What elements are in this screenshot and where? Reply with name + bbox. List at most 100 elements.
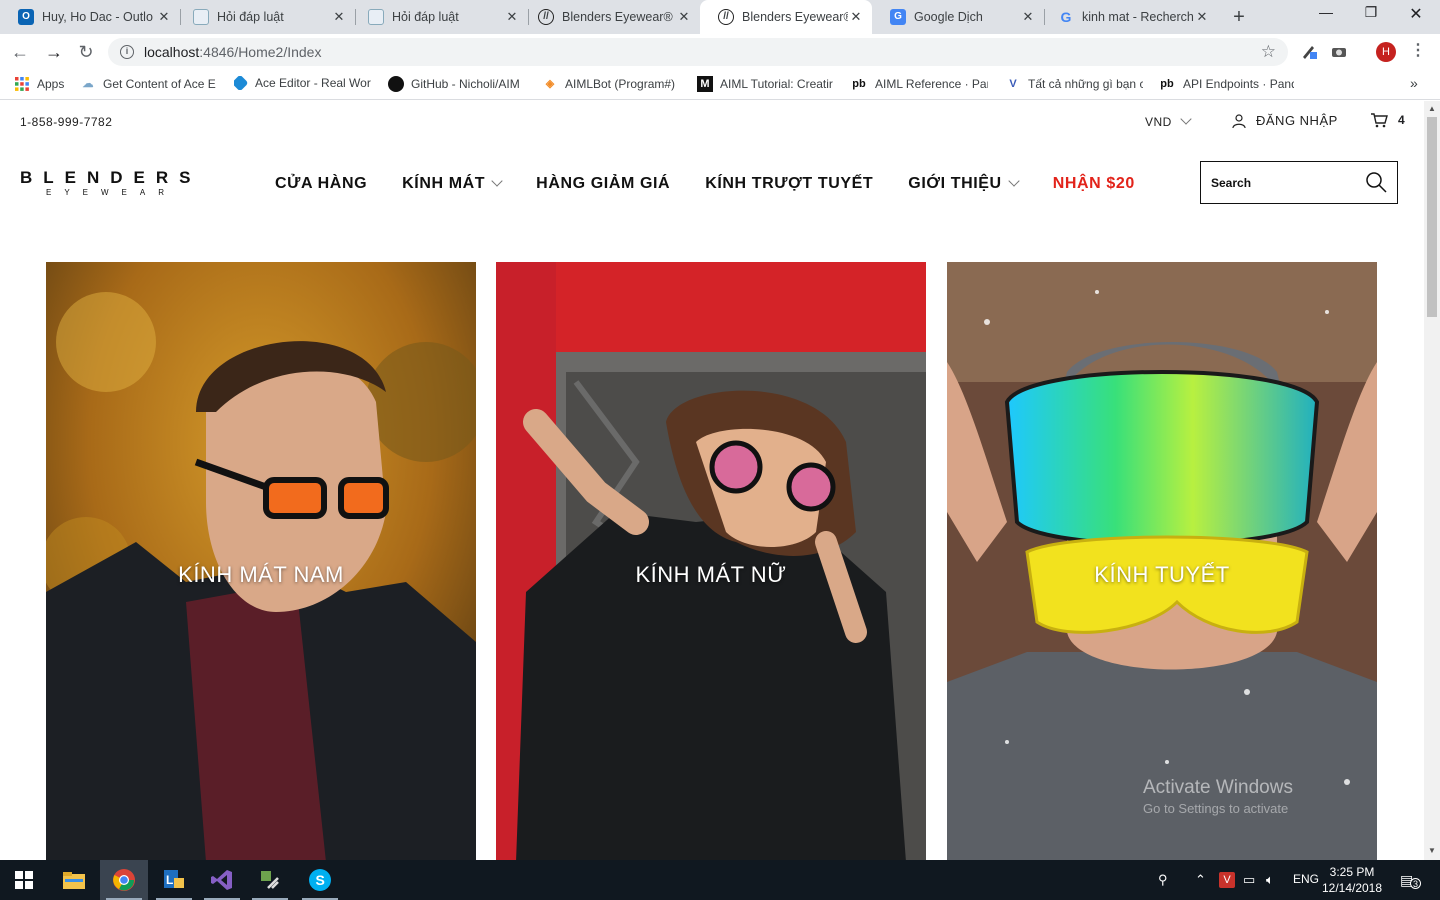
bookmark-ace-content[interactable]: ☁ Get Content of Ace E: [80, 76, 216, 92]
nav-gioi-thieu[interactable]: GIỚI THIỆU: [908, 175, 1020, 193]
svg-text:L: L: [166, 873, 173, 887]
taskbar-lync[interactable]: L: [150, 860, 198, 900]
tile-label: KÍNH MÁT NAM: [178, 562, 344, 587]
bookmark-tat-ca[interactable]: V Tất cả những gì bạn c: [1005, 76, 1143, 92]
v-tray-icon[interactable]: V: [1219, 872, 1235, 888]
cloud-icon: ☁: [82, 78, 94, 90]
tab-google-dich[interactable]: G Google Dịch ✕: [872, 0, 1044, 34]
people-icon[interactable]: ⚲: [1158, 872, 1168, 888]
tab-outlook[interactable]: O Huy, Ho Dac - Outlo ✕: [0, 0, 180, 34]
nav-cua-hang[interactable]: CỬA HÀNG: [275, 175, 367, 193]
close-tab-icon[interactable]: ✕: [1194, 9, 1210, 25]
info-icon[interactable]: i: [120, 45, 134, 59]
blenders-icon: //: [538, 9, 554, 25]
category-tile-women[interactable]: KÍNH MÁT NỮ: [496, 262, 926, 860]
volume-icon[interactable]: 🔈︎: [1266, 872, 1274, 888]
notification-count: 3: [1410, 878, 1421, 889]
more-bookmarks-icon[interactable]: »: [1410, 75, 1418, 91]
nav-nhan-20[interactable]: NHẬN $20: [1053, 175, 1135, 193]
tab-hoi-dap-luat-1[interactable]: Hỏi đáp luật ✕: [175, 0, 355, 34]
bookmark-label: AIML Reference · Pan: [875, 77, 988, 91]
nav-label: KÍNH MÁT: [402, 175, 486, 192]
taskbar-tool[interactable]: [246, 860, 294, 900]
tab-hoi-dap-luat-2[interactable]: Hỏi đáp luật ✕: [350, 0, 528, 34]
scroll-up-icon[interactable]: ▲: [1427, 104, 1437, 113]
restore-button[interactable]: ❐: [1356, 4, 1386, 21]
nav-kinh-mat[interactable]: KÍNH MÁT: [402, 175, 503, 193]
bookmark-aimlbot[interactable]: ◈ AIMLBot (Program#): [542, 76, 682, 92]
bookmark-aiml-reference[interactable]: pb AIML Reference · Pan: [850, 76, 988, 92]
minimize-button[interactable]: —: [1311, 4, 1341, 20]
reload-button[interactable]: ↻: [74, 40, 98, 64]
clock-date: 12/14/2018: [1321, 881, 1383, 895]
nav-label: HÀNG GIẢM GIÁ: [536, 175, 671, 192]
tab-kinh-mat-search[interactable]: G kinh mat - Recherch ✕: [1040, 0, 1218, 34]
action-center-icon[interactable]: ▤ 3: [1400, 872, 1421, 889]
aimlbot-icon: ◈: [545, 78, 555, 90]
pandorabots-icon: pb: [852, 78, 866, 90]
clock-time: 3:25 PM: [1329, 865, 1375, 879]
language-indicator[interactable]: ENG: [1293, 872, 1319, 886]
windows-start-icon: [15, 871, 33, 889]
search-input[interactable]: [1211, 175, 1361, 190]
tile-label: KÍNH TUYẾT: [1094, 562, 1230, 587]
bookmark-apps[interactable]: Apps: [14, 76, 76, 92]
tab-blenders-1[interactable]: // Blenders Eyewear® ✕: [520, 0, 700, 34]
photo-woman-sunglasses: [496, 262, 926, 860]
new-tab-button[interactable]: +: [1229, 6, 1249, 29]
phone-number[interactable]: 1-858-999-7782: [20, 115, 112, 129]
outlook-icon: O: [18, 9, 34, 25]
currency-selector[interactable]: VND: [1145, 113, 1192, 129]
taskbar-chrome[interactable]: [100, 860, 148, 900]
scroll-down-icon[interactable]: ▼: [1427, 846, 1437, 855]
nav-hang-giam-gia[interactable]: HÀNG GIẢM GIÁ: [536, 175, 670, 193]
tab-title: Blenders Eyewear®: [742, 10, 848, 24]
close-window-button[interactable]: ✕: [1401, 4, 1431, 24]
bookmark-label: Get Content of Ace E: [103, 77, 216, 91]
scrollbar-thumb[interactable]: [1427, 117, 1437, 317]
close-tab-icon[interactable]: ✕: [848, 9, 864, 25]
close-tab-icon[interactable]: ✕: [676, 9, 692, 25]
browser-toolbar: ← → ↻ i localhost:4846/Home2/Index ☆ H ⋮: [0, 34, 1440, 70]
tab-blenders-active[interactable]: // Blenders Eyewear® ✕: [700, 0, 872, 34]
bookmark-ace-editor[interactable]: Ace Editor - Real Wor: [234, 76, 372, 90]
close-tab-icon[interactable]: ✕: [1020, 9, 1036, 25]
nav-kinh-truot-tuyet[interactable]: KÍNH TRƯỢT TUYẾT: [705, 175, 873, 193]
taskbar-visual-studio[interactable]: [198, 860, 246, 900]
close-tab-icon[interactable]: ✕: [156, 9, 172, 25]
chrome-menu-icon[interactable]: ⋮: [1410, 40, 1426, 60]
taskbar-file-explorer[interactable]: [50, 860, 98, 900]
profile-avatar[interactable]: H: [1376, 42, 1396, 62]
windows-start-button[interactable]: [0, 860, 48, 900]
taskbar-skype[interactable]: S: [296, 860, 344, 900]
ace-icon: [234, 76, 249, 90]
blenders-logo[interactable]: BLENDERS EYEWEAR: [20, 169, 226, 199]
bookmark-api-endpoints[interactable]: pb API Endpoints · Pand: [1158, 76, 1294, 92]
extension-camera-icon[interactable]: [1330, 42, 1348, 60]
network-icon[interactable]: ▭: [1243, 872, 1255, 888]
cart-count: 4: [1398, 113, 1405, 127]
bookmark-aiml-tutorial[interactable]: M AIML Tutorial: Creatir: [697, 76, 835, 92]
category-tile-men[interactable]: KÍNH MÁT NAM: [46, 262, 476, 860]
bookmark-github[interactable]: GitHub - Nicholi/AIM: [388, 76, 526, 92]
extension-pen-icon[interactable]: [1300, 42, 1318, 60]
pandorabots-icon: pb: [1160, 78, 1174, 90]
photo-man-sunglasses: [46, 262, 476, 860]
chevron-up-icon[interactable]: ⌃: [1195, 872, 1206, 888]
user-icon: [1232, 113, 1246, 128]
tab-title: Hỏi đáp luật: [392, 10, 459, 24]
bookmark-star-icon[interactable]: ☆: [1261, 42, 1276, 62]
close-tab-icon[interactable]: ✕: [331, 9, 347, 25]
clock[interactable]: 3:25 PM 12/14/2018: [1320, 864, 1384, 896]
page-scrollbar[interactable]: ▲ ▼: [1424, 101, 1440, 860]
search-icon[interactable]: [1365, 171, 1387, 193]
close-tab-icon[interactable]: ✕: [504, 9, 520, 25]
back-button[interactable]: ←: [8, 40, 32, 64]
bookmark-label: API Endpoints · Pand: [1183, 77, 1294, 91]
login-link[interactable]: ĐĂNG NHẬP: [1232, 113, 1338, 128]
cart-button[interactable]: 4: [1370, 112, 1405, 128]
forward-button[interactable]: →: [42, 40, 66, 64]
category-tile-ski[interactable]: KÍNH TUYẾT: [947, 262, 1377, 860]
tab-title: Hỏi đáp luật: [217, 10, 284, 24]
address-bar[interactable]: i localhost:4846/Home2/Index ☆: [108, 38, 1288, 66]
